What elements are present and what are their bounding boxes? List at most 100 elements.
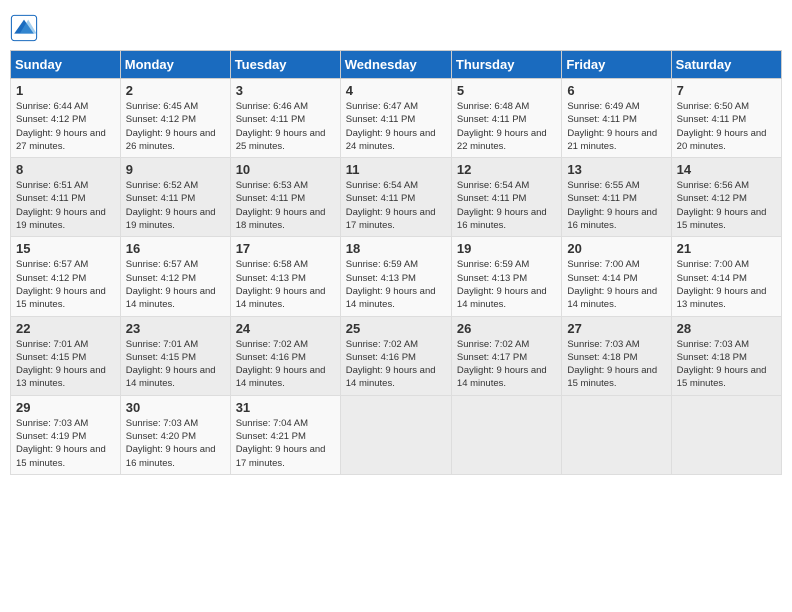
- day-number: 19: [457, 241, 556, 256]
- calendar-day-cell: 13Sunrise: 6:55 AMSunset: 4:11 PMDayligh…: [562, 158, 671, 237]
- calendar-day-cell: 19 Sunrise: 6:59 AMSunset: 4:13 PMDayligh…: [451, 237, 561, 316]
- day-info: Sunrise: 6:55 AMSunset: 4:11 PMDaylight:…: [567, 179, 665, 232]
- day-of-week-header: Thursday: [451, 51, 561, 79]
- day-info: Sunrise: 7:03 AMSunset: 4:18 PMDaylight:…: [677, 338, 776, 391]
- calendar-week-row: 15 Sunrise: 6:57 AMSunset: 4:12 PMDayligh…: [11, 237, 782, 316]
- day-number: 23: [126, 321, 225, 336]
- day-info: Sunrise: 6:56 AMSunset: 4:12 PMDaylight:…: [677, 179, 776, 232]
- calendar-day-cell: 11 Sunrise: 6:54 AMSunset: 4:11 PMDayligh…: [340, 158, 451, 237]
- day-of-week-header: Tuesday: [230, 51, 340, 79]
- calendar-day-cell: 10 Sunrise: 6:53 AMSunset: 4:11 PMDayligh…: [230, 158, 340, 237]
- day-number: 4: [346, 83, 446, 98]
- calendar-week-row: 29 Sunrise: 7:03 AMSunset: 4:19 PMDayligh…: [11, 395, 782, 474]
- day-of-week-header: Wednesday: [340, 51, 451, 79]
- calendar-day-cell: 5 Sunrise: 6:48 AMSunset: 4:11 PMDaylight…: [451, 79, 561, 158]
- day-info: Sunrise: 7:03 AMSunset: 4:19 PMDaylight:…: [16, 417, 115, 470]
- calendar-day-cell: 14 Sunrise: 6:56 AMSunset: 4:12 PMDayligh…: [671, 158, 781, 237]
- calendar-day-cell: 15Sunrise: 6:57 AMSunset: 4:12 PMDayligh…: [11, 237, 121, 316]
- day-info: Sunrise: 6:51 AMSunset: 4:11 PMDaylight:…: [16, 179, 115, 232]
- day-info: Sunrise: 7:00 AMSunset: 4:14 PMDaylight:…: [677, 258, 776, 311]
- calendar-week-row: 22 Sunrise: 7:01 AMSunset: 4:15 PMDayligh…: [11, 316, 782, 395]
- day-info: Sunrise: 7:00 AMSunset: 4:14 PMDaylight:…: [567, 258, 665, 311]
- calendar-day-cell: 4 Sunrise: 6:47 AMSunset: 4:11 PMDaylight…: [340, 79, 451, 158]
- calendar-day-cell: [562, 395, 671, 474]
- day-number: 28: [677, 321, 776, 336]
- calendar-day-cell: 9Sunrise: 6:52 AMSunset: 4:11 PMDaylight…: [120, 158, 230, 237]
- calendar-day-cell: 23 Sunrise: 7:01 AMSunset: 4:15 PMDayligh…: [120, 316, 230, 395]
- calendar-day-cell: [671, 395, 781, 474]
- day-number: 7: [677, 83, 776, 98]
- page-header: [10, 10, 782, 42]
- calendar-day-cell: 8 Sunrise: 6:51 AMSunset: 4:11 PMDaylight…: [11, 158, 121, 237]
- calendar-week-row: 1Sunrise: 6:44 AMSunset: 4:12 PMDaylight…: [11, 79, 782, 158]
- day-info: Sunrise: 6:54 AMSunset: 4:11 PMDaylight:…: [457, 179, 556, 232]
- day-info: Sunrise: 7:04 AMSunset: 4:21 PMDaylight:…: [236, 417, 335, 470]
- day-number: 8: [16, 162, 115, 177]
- calendar-week-row: 8 Sunrise: 6:51 AMSunset: 4:11 PMDaylight…: [11, 158, 782, 237]
- day-number: 10: [236, 162, 335, 177]
- day-info: Sunrise: 6:44 AMSunset: 4:12 PMDaylight:…: [16, 100, 115, 153]
- day-info: Sunrise: 6:45 AMSunset: 4:12 PMDaylight:…: [126, 100, 225, 153]
- day-number: 12: [457, 162, 556, 177]
- day-number: 27: [567, 321, 665, 336]
- day-info: Sunrise: 6:46 AMSunset: 4:11 PMDaylight:…: [236, 100, 335, 153]
- day-number: 5: [457, 83, 556, 98]
- day-number: 11: [346, 162, 446, 177]
- calendar-day-cell: 12 Sunrise: 6:54 AMSunset: 4:11 PMDayligh…: [451, 158, 561, 237]
- day-number: 16: [126, 241, 225, 256]
- calendar-day-cell: [451, 395, 561, 474]
- day-number: 14: [677, 162, 776, 177]
- day-number: 2: [126, 83, 225, 98]
- day-info: Sunrise: 7:02 AMSunset: 4:17 PMDaylight:…: [457, 338, 556, 391]
- day-number: 15: [16, 241, 115, 256]
- calendar-day-cell: 17 Sunrise: 6:58 AMSunset: 4:13 PMDayligh…: [230, 237, 340, 316]
- day-number: 6: [567, 83, 665, 98]
- day-number: 21: [677, 241, 776, 256]
- day-number: 26: [457, 321, 556, 336]
- day-info: Sunrise: 7:03 AMSunset: 4:20 PMDaylight:…: [126, 417, 225, 470]
- day-info: Sunrise: 7:02 AMSunset: 4:16 PMDaylight:…: [236, 338, 335, 391]
- day-info: Sunrise: 6:54 AMSunset: 4:11 PMDaylight:…: [346, 179, 446, 232]
- day-of-week-header: Sunday: [11, 51, 121, 79]
- day-info: Sunrise: 6:50 AMSunset: 4:11 PMDaylight:…: [677, 100, 776, 153]
- day-number: 31: [236, 400, 335, 415]
- calendar-day-cell: 16 Sunrise: 6:57 AMSunset: 4:12 PMDayligh…: [120, 237, 230, 316]
- day-info: Sunrise: 6:59 AMSunset: 4:13 PMDaylight:…: [346, 258, 446, 311]
- day-number: 30: [126, 400, 225, 415]
- calendar-day-cell: 1Sunrise: 6:44 AMSunset: 4:12 PMDaylight…: [11, 79, 121, 158]
- day-info: Sunrise: 7:02 AMSunset: 4:16 PMDaylight:…: [346, 338, 446, 391]
- day-info: Sunrise: 6:58 AMSunset: 4:13 PMDaylight:…: [236, 258, 335, 311]
- day-of-week-header: Monday: [120, 51, 230, 79]
- day-info: Sunrise: 7:03 AMSunset: 4:18 PMDaylight:…: [567, 338, 665, 391]
- logo: [10, 10, 42, 42]
- day-number: 3: [236, 83, 335, 98]
- day-info: Sunrise: 6:47 AMSunset: 4:11 PMDaylight:…: [346, 100, 446, 153]
- day-number: 24: [236, 321, 335, 336]
- day-info: Sunrise: 6:57 AMSunset: 4:12 PMDaylight:…: [126, 258, 225, 311]
- day-of-week-header: Saturday: [671, 51, 781, 79]
- calendar-day-cell: 25 Sunrise: 7:02 AMSunset: 4:16 PMDayligh…: [340, 316, 451, 395]
- day-info: Sunrise: 6:48 AMSunset: 4:11 PMDaylight:…: [457, 100, 556, 153]
- calendar-table: SundayMondayTuesdayWednesdayThursdayFrid…: [10, 50, 782, 475]
- calendar-header-row: SundayMondayTuesdayWednesdayThursdayFrid…: [11, 51, 782, 79]
- calendar-day-cell: 3 Sunrise: 6:46 AMSunset: 4:11 PMDaylight…: [230, 79, 340, 158]
- day-info: Sunrise: 6:59 AMSunset: 4:13 PMDaylight:…: [457, 258, 556, 311]
- calendar-day-cell: 21 Sunrise: 7:00 AMSunset: 4:14 PMDayligh…: [671, 237, 781, 316]
- day-info: Sunrise: 7:01 AMSunset: 4:15 PMDaylight:…: [126, 338, 225, 391]
- day-number: 29: [16, 400, 115, 415]
- day-info: Sunrise: 6:53 AMSunset: 4:11 PMDaylight:…: [236, 179, 335, 232]
- day-number: 25: [346, 321, 446, 336]
- day-number: 9: [126, 162, 225, 177]
- calendar-day-cell: 7 Sunrise: 6:50 AMSunset: 4:11 PMDaylight…: [671, 79, 781, 158]
- day-number: 22: [16, 321, 115, 336]
- calendar-day-cell: 30 Sunrise: 7:03 AMSunset: 4:20 PMDayligh…: [120, 395, 230, 474]
- calendar-day-cell: 18Sunrise: 6:59 AMSunset: 4:13 PMDayligh…: [340, 237, 451, 316]
- logo-icon: [10, 14, 38, 42]
- day-info: Sunrise: 6:49 AMSunset: 4:11 PMDaylight:…: [567, 100, 665, 153]
- calendar-day-cell: 2 Sunrise: 6:45 AMSunset: 4:12 PMDaylight…: [120, 79, 230, 158]
- calendar-day-cell: 26 Sunrise: 7:02 AMSunset: 4:17 PMDayligh…: [451, 316, 561, 395]
- calendar-day-cell: 24 Sunrise: 7:02 AMSunset: 4:16 PMDayligh…: [230, 316, 340, 395]
- calendar-day-cell: 28 Sunrise: 7:03 AMSunset: 4:18 PMDayligh…: [671, 316, 781, 395]
- day-number: 17: [236, 241, 335, 256]
- calendar-day-cell: 6 Sunrise: 6:49 AMSunset: 4:11 PMDaylight…: [562, 79, 671, 158]
